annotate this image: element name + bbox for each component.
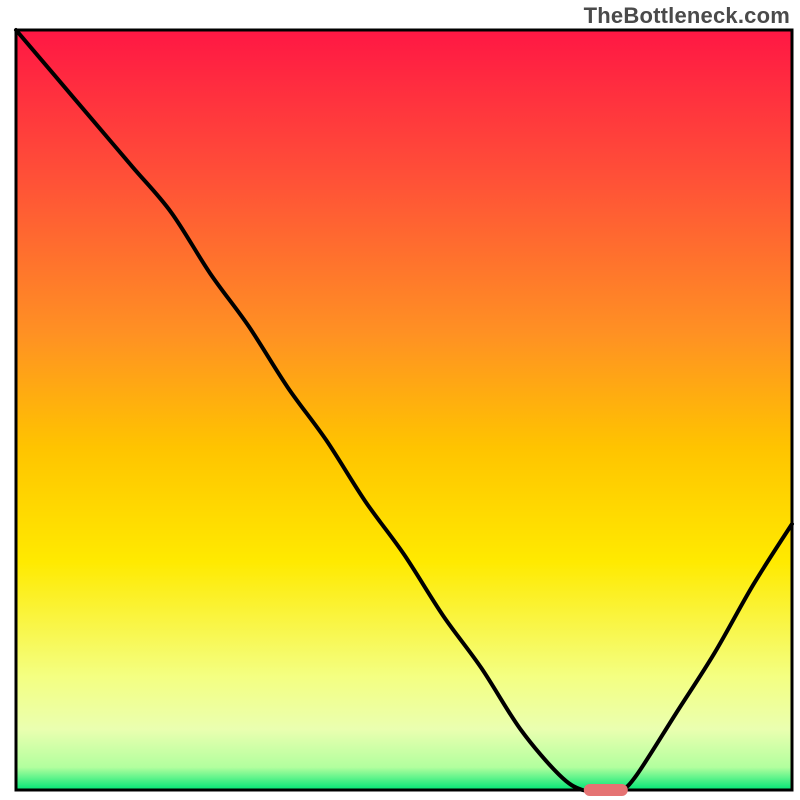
watermark-text: TheBottleneck.com xyxy=(584,3,790,29)
plot-background xyxy=(16,30,792,790)
optimal-marker xyxy=(584,784,628,796)
bottleneck-chart xyxy=(0,0,800,800)
chart-container: { "watermark": "TheBottleneck.com", "cha… xyxy=(0,0,800,800)
